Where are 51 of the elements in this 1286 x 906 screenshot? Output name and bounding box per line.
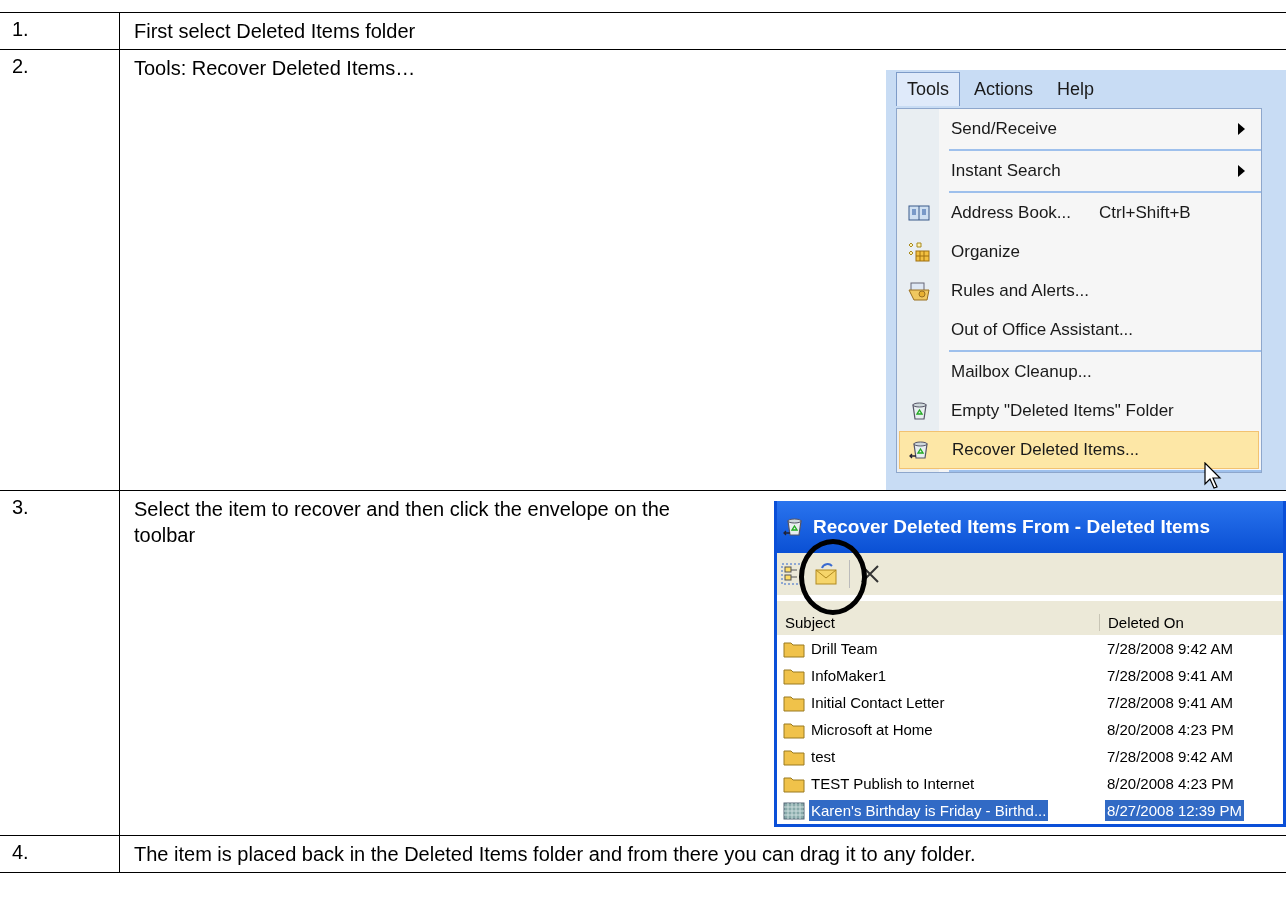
menu-item[interactable]: Organize xyxy=(899,233,1259,271)
date-cell: 8/27/2008 12:39 PM xyxy=(1105,800,1245,821)
step-text: The item is placed back in the Deleted Items folder and from there you can drag it to any folder. xyxy=(133,842,977,867)
date-cell-text: 7/28/2008 9:42 AM xyxy=(1106,639,1234,659)
window-title: Recover Deleted Items From - Deleted Items xyxy=(813,516,1211,538)
date-cell-text: 7/28/2008 9:42 AM xyxy=(1106,747,1234,767)
message-icon xyxy=(783,801,805,820)
subject-cell[interactable]: Initial Contact Letter xyxy=(809,692,947,713)
recycle-bin-arrow-icon xyxy=(783,516,805,538)
date-cell-text: 7/28/2008 9:41 AM xyxy=(1106,666,1234,686)
menu-item[interactable]: Address Book... Ctrl+Shift+B xyxy=(899,194,1259,232)
subject-cell[interactable]: InfoMaker1 xyxy=(809,665,889,686)
folder-icon xyxy=(783,774,805,793)
menu-bar-item[interactable]: Actions xyxy=(964,72,1044,106)
subject-cell[interactable]: test xyxy=(809,746,838,767)
subject-cell[interactable]: Drill Team xyxy=(809,638,880,659)
step-number: 3. xyxy=(0,491,120,836)
column-header[interactable]: Deleted On xyxy=(1100,613,1184,631)
menu-item[interactable]: Instant Search xyxy=(899,152,1259,190)
folder-icon xyxy=(783,639,805,658)
date-cell-text: 7/28/2008 9:41 AM xyxy=(1106,693,1234,713)
menu-item[interactable]: Empty "Deleted Items" Folder xyxy=(899,392,1259,430)
folder-icon xyxy=(783,720,805,739)
menu-bar-item[interactable]: Help xyxy=(1047,72,1105,106)
menu-item[interactable]: Mailbox Cleanup... xyxy=(899,353,1259,391)
step-text: Tools: Recover Deleted Items… xyxy=(133,56,417,81)
menu-item[interactable]: Out of Office Assistant... xyxy=(899,311,1259,349)
envelope-icon[interactable] xyxy=(813,561,839,587)
menu-item[interactable]: Send/Receive xyxy=(899,110,1259,148)
step-text: First select Deleted Items folder xyxy=(133,19,417,44)
date-cell-text: 8/20/2008 4:23 PM xyxy=(1106,720,1235,740)
subject-cell[interactable]: Karen's Birthday is Friday - Birthd... xyxy=(809,800,1049,821)
rules-icon xyxy=(908,280,930,302)
step-text: Select the item to recover and then click the envelope on the toolbar xyxy=(133,497,671,548)
date-cell-text: 8/20/2008 4:23 PM xyxy=(1106,774,1235,794)
menu-bar-item[interactable]: Tools xyxy=(896,72,961,106)
step-number: 2. xyxy=(0,50,120,491)
menu-item[interactable]: Recover Deleted Items... xyxy=(899,431,1259,469)
folder-icon xyxy=(783,747,805,766)
subject-cell[interactable]: Microsoft at Home xyxy=(809,719,935,740)
menu-item[interactable]: Rules and Alerts... xyxy=(899,272,1259,310)
step-number: 4. xyxy=(0,836,120,873)
step-number: 1. xyxy=(0,13,120,50)
tree-view-icon[interactable] xyxy=(781,563,803,585)
recycle-bin-arrow-icon xyxy=(909,439,931,461)
folder-icon xyxy=(783,693,805,712)
book-icon xyxy=(908,204,930,222)
organize-icon xyxy=(908,242,930,262)
subject-cell[interactable]: TEST Publish to Internet xyxy=(809,773,977,794)
folder-icon xyxy=(783,666,805,685)
column-header[interactable]: Subject xyxy=(777,613,1100,631)
